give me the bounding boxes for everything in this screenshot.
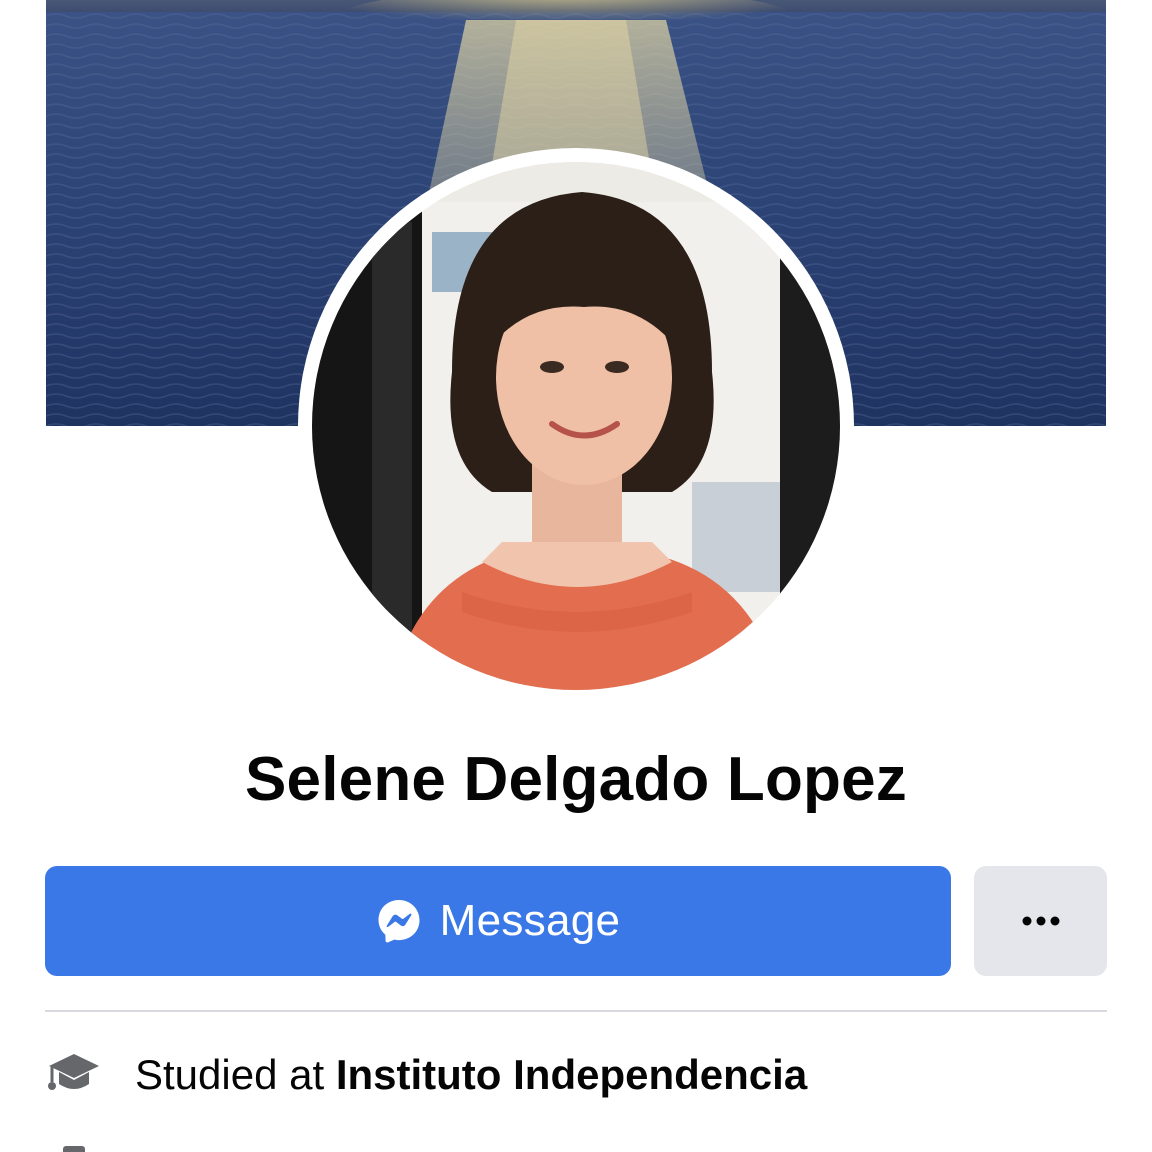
education-text: Studied at Instituto Independencia	[135, 1051, 807, 1099]
profile-name: Selene Delgado Lopez	[244, 745, 908, 814]
message-button[interactable]: Message	[45, 866, 951, 976]
divider	[45, 1010, 1107, 1012]
graduation-cap-icon	[48, 1054, 99, 1090]
profile-photo	[312, 162, 840, 690]
next-info-row-icon	[45, 1140, 105, 1152]
message-button-label: Message	[439, 896, 621, 945]
more-options-button[interactable]	[974, 866, 1107, 976]
education-place[interactable]: Instituto Independencia	[336, 1051, 807, 1098]
education-prefix: Studied at	[135, 1051, 325, 1098]
ellipsis-icon	[1022, 916, 1059, 926]
profile-page: Selene Delgado Lopez Message Studied at …	[0, 0, 1152, 1152]
education-info-row: Studied at Instituto Independencia	[45, 1040, 807, 1110]
profile-picture[interactable]	[298, 148, 854, 704]
messenger-icon	[378, 900, 420, 943]
